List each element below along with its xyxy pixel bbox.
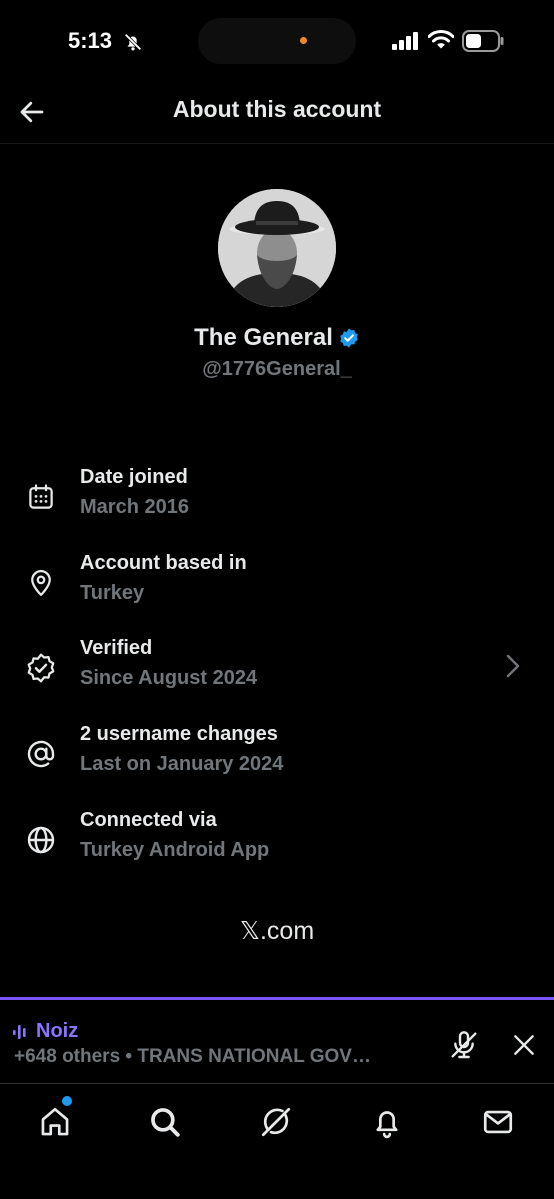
space-mini-player[interactable]: Noiz +648 others • TRANS NATIONAL GOV… xyxy=(0,997,554,1083)
bell-slash-icon xyxy=(124,33,142,51)
avatar[interactable] xyxy=(218,189,336,307)
space-subtitle: +648 others • TRANS NATIONAL GOV… xyxy=(14,1046,371,1067)
home-icon xyxy=(41,1107,69,1136)
space-name: Noiz xyxy=(36,1020,79,1042)
verified-check-icon xyxy=(340,328,358,348)
header-divider xyxy=(0,143,554,144)
x-com-link[interactable]: 𝕏.com xyxy=(0,916,554,946)
info-subtitle: Turkey Android App xyxy=(80,839,270,861)
status-bar: 5:13 xyxy=(0,0,554,84)
info-row-verified[interactable]: Verified Since August 2024 xyxy=(0,637,554,707)
info-subtitle: Last on January 2024 xyxy=(80,753,284,775)
nav-messages[interactable] xyxy=(478,1102,518,1142)
avatar-portrait xyxy=(218,189,336,307)
bottom-nav xyxy=(0,1083,554,1199)
close-icon xyxy=(514,1035,534,1055)
home-notification-dot xyxy=(62,1096,72,1106)
info-title: Date joined xyxy=(80,466,188,488)
status-time: 5:13 xyxy=(68,28,113,53)
about-account-screen: 5:13 About this account The General @177… xyxy=(0,0,554,1199)
signal-icon xyxy=(392,32,418,50)
messages-icon xyxy=(483,1110,513,1134)
nav-grok[interactable] xyxy=(256,1102,296,1142)
search-icon xyxy=(151,1108,180,1137)
info-subtitle: Since August 2024 xyxy=(80,667,258,689)
info-title: Verified xyxy=(80,637,153,659)
info-title: Connected via xyxy=(80,809,217,831)
verified-badge-icon xyxy=(24,651,58,685)
privacy-indicator-dot xyxy=(300,37,307,44)
space-title-row: Noiz xyxy=(12,1020,78,1043)
info-row-date-joined: Date joined March 2016 xyxy=(0,466,554,536)
calendar-icon xyxy=(24,480,58,514)
location-pin-icon xyxy=(24,566,58,600)
info-row-account-based-in: Account based in Turkey xyxy=(0,552,554,622)
info-title: Account based in xyxy=(80,552,247,574)
info-row-username-changes: 2 username changes Last on January 2024 xyxy=(0,723,554,793)
close-space-button[interactable] xyxy=(506,1027,542,1063)
chevron-right-icon xyxy=(506,654,520,678)
battery-icon xyxy=(462,30,504,52)
info-subtitle: Turkey xyxy=(80,582,145,604)
dynamic-island xyxy=(198,18,356,64)
nav-notifications[interactable] xyxy=(367,1102,407,1142)
info-row-connected-via: Connected via Turkey Android App xyxy=(0,809,554,879)
wifi-icon xyxy=(428,30,454,49)
notifications-icon xyxy=(376,1111,398,1139)
at-sign-icon xyxy=(24,737,58,771)
header: About this account xyxy=(0,84,554,142)
mic-muted-button[interactable] xyxy=(446,1027,482,1063)
info-subtitle: March 2016 xyxy=(80,496,189,518)
display-name: The General xyxy=(194,324,333,351)
info-title: 2 username changes xyxy=(80,723,278,745)
nav-search[interactable] xyxy=(145,1102,185,1142)
mic-off-icon xyxy=(451,1031,477,1059)
name-row: The General xyxy=(0,324,554,352)
globe-icon xyxy=(24,823,58,857)
grok-icon xyxy=(261,1107,291,1137)
page-title: About this account xyxy=(172,96,382,122)
nav-home[interactable] xyxy=(35,1102,75,1142)
audio-wave-icon xyxy=(13,1024,26,1039)
handle: @1776General_ xyxy=(202,358,352,380)
